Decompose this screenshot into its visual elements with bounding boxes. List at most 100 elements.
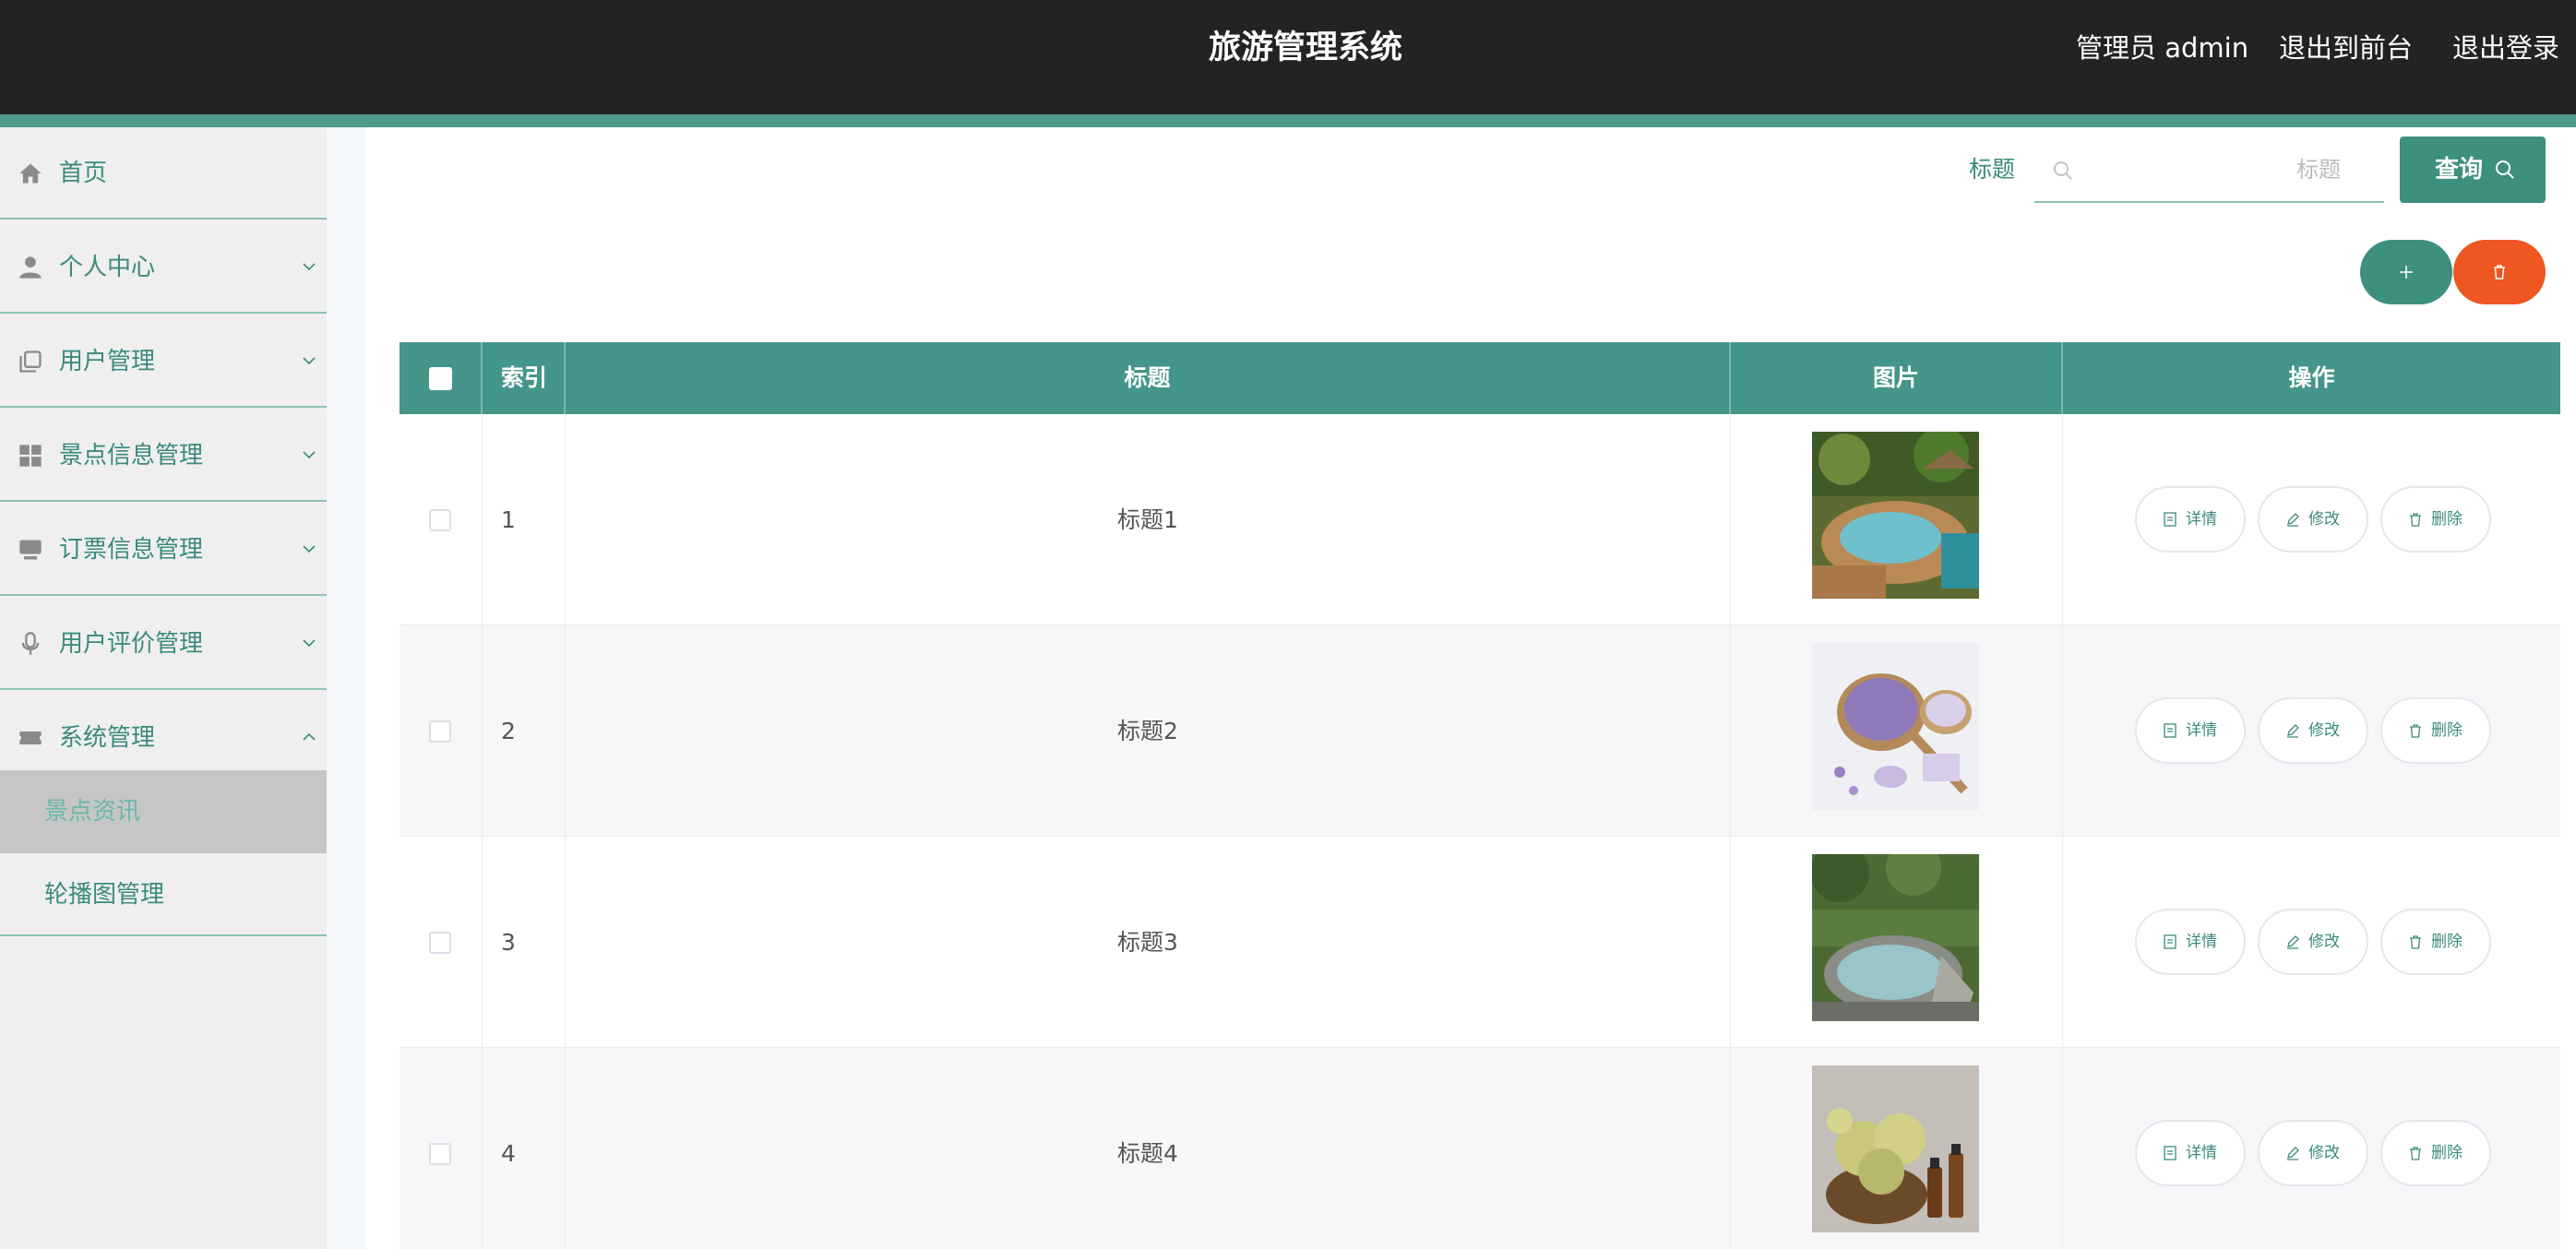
lavender-salt-photo [1812,643,1979,810]
delete-button[interactable]: 删除 [2380,697,2491,764]
sidebar-subitem-carousel[interactable]: 轮播图管理 [0,853,327,936]
delete-label: 删除 [2431,721,2463,740]
ticket-icon [19,732,42,744]
sidebar-item-home[interactable]: 首页 [0,127,327,220]
column-header-index: 索引 [483,342,566,414]
sidebar-subitem-attraction-news[interactable]: 景点资讯 [0,770,327,853]
chevron-down-icon [303,263,316,271]
monitor-icon [19,540,42,560]
trash-icon [2410,1147,2421,1160]
sidebar-item-personal-center[interactable]: 个人中心 [0,221,327,314]
sidebar-subitem-label: 景点资讯 [44,798,141,826]
edit-button[interactable]: 修改 [2258,486,2368,553]
column-header-actions: 操作 [2288,364,2335,391]
exit-to-front-link[interactable]: 退出到前台 [2279,0,2413,96]
row-checkbox[interactable] [429,932,451,954]
document-icon [2164,1146,2176,1160]
delete-button[interactable]: 删除 [2380,1120,2491,1186]
row-actions-cell: 详情 修改 删除 [2063,837,2560,1048]
chevron-down-icon [303,545,316,553]
edit-label: 修改 [2308,1144,2340,1162]
search-input[interactable] [2090,146,2341,194]
delete-button[interactable]: 删除 [2380,486,2491,553]
edit-label: 修改 [2308,933,2340,951]
table-header: 索引 标题 图片 操作 [400,342,2560,414]
home-icon [19,163,42,184]
row-actions-cell: 详情 修改 删除 [2063,1048,2560,1249]
row-actions-cell: 详情 修改 删除 [2063,625,2560,837]
batch-delete-button[interactable] [2453,240,2546,304]
edit-icon [2287,724,2299,738]
detail-label: 详情 [2186,721,2217,740]
row-index: 1 [483,414,566,625]
edit-button[interactable]: 修改 [2258,697,2368,764]
top-header: 旅游管理系统 管理员 admin 退出到前台 退出登录 [0,0,2576,114]
edit-button[interactable]: 修改 [2258,909,2368,975]
sidebar-item-review-management[interactable]: 用户评价管理 [0,598,327,690]
detail-button[interactable]: 详情 [2135,697,2246,764]
chevron-down-icon [303,639,316,648]
sidebar-item-booking-management[interactable]: 订票信息管理 [0,504,327,596]
sidebar-subitem-label: 轮播图管理 [44,881,165,909]
select-all-checkbox[interactable] [429,367,452,390]
row-checkbox[interactable] [429,1143,451,1165]
edit-button[interactable]: 修改 [2258,1120,2368,1186]
detail-label: 详情 [2186,933,2217,951]
sidebar-item-label: 用户管理 [59,348,156,375]
delete-button[interactable]: 删除 [2380,909,2491,975]
edit-icon [2287,1147,2299,1160]
admin-user-label: 管理员 admin [2076,32,2249,64]
logout-link[interactable]: 退出登录 [2452,0,2559,96]
pool-garden-photo [1812,432,1979,599]
detail-button[interactable]: 详情 [2135,1120,2246,1186]
detail-label: 详情 [2186,510,2217,529]
edit-icon [2287,513,2299,527]
detail-button[interactable]: 详情 [2135,486,2246,553]
row-checkbox[interactable] [429,720,451,743]
detail-label: 详情 [2186,1144,2217,1162]
outdoor-pool-photo [1812,854,1979,1021]
row-title: 标题1 [566,414,1731,625]
row-select-cell [400,837,483,1048]
user-icon [19,256,42,279]
search-icon [2054,161,2072,180]
delete-label: 删除 [2431,510,2463,529]
row-index: 3 [483,837,566,1048]
flowers-oil-photo [1812,1065,1979,1232]
trash-icon [2410,513,2421,527]
add-button[interactable] [2360,240,2452,304]
table-row: 3 标题3 详情 修改 删除 [400,837,2560,1048]
grid-icon [19,445,42,467]
row-checkbox[interactable] [429,509,451,531]
edit-label: 修改 [2308,721,2340,740]
table-row: 1 标题1 详情 修改 删除 [400,414,2560,625]
detail-button[interactable]: 详情 [2135,909,2246,975]
table-row: 4 标题4 详情 修改 删除 [400,1048,2560,1249]
trash-icon [2410,724,2421,738]
row-select-cell [400,625,483,837]
sidebar-item-label: 首页 [59,160,108,187]
search-label: 标题 [1969,156,2016,183]
microphone-icon [21,632,40,655]
query-button[interactable]: 查询 [2400,137,2546,203]
trash-icon [2494,265,2505,280]
row-select-cell [400,1048,483,1249]
row-title: 标题4 [566,1048,1731,1249]
search-field [2034,138,2384,203]
document-icon [2164,934,2176,949]
content-gutter [327,127,365,1249]
select-all-cell [400,342,483,414]
search-icon [2496,161,2514,179]
table-row: 2 标题2 详情 修改 删除 [400,625,2560,837]
sidebar-item-label: 个人中心 [59,254,156,281]
sidebar-item-user-management[interactable]: 用户管理 [0,315,327,408]
sidebar: 首页 个人中心 用户管理 景点信息管理 订票信息管理 用户评价管理 系统管理 景… [0,127,327,1249]
column-header-title: 标题 [566,342,1731,414]
row-image-cell [1731,1048,2063,1249]
delete-label: 删除 [2431,1144,2463,1162]
document-icon [2164,723,2176,738]
sidebar-item-label: 景点信息管理 [59,442,204,470]
sidebar-item-label: 订票信息管理 [59,536,204,564]
trash-icon [2410,935,2421,949]
sidebar-item-attraction-management[interactable]: 景点信息管理 [0,410,327,502]
